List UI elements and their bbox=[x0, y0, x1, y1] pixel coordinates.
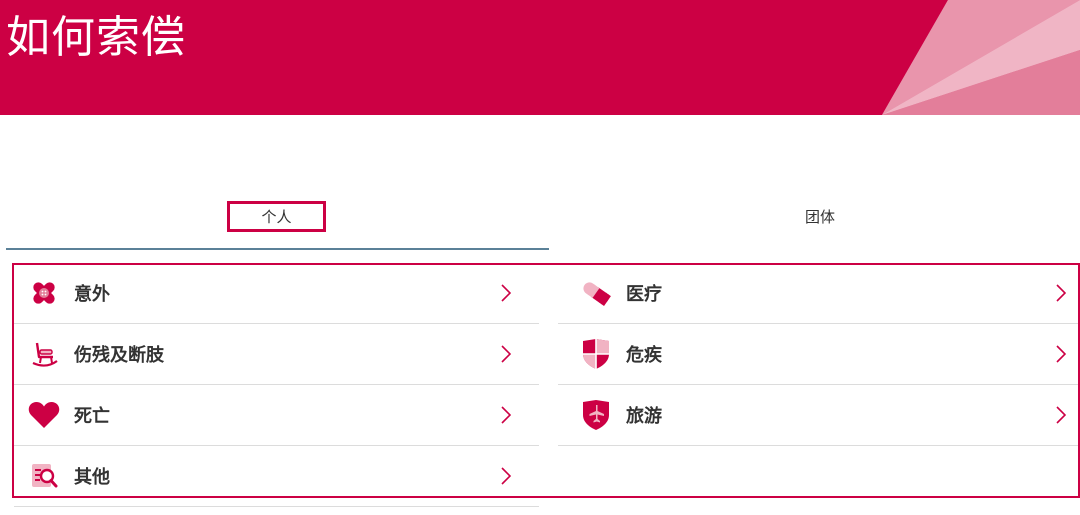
claims-list-right: 医疗 危疾 旅游 bbox=[558, 263, 1078, 446]
heart-icon bbox=[28, 399, 60, 431]
shield-plane-icon bbox=[580, 399, 612, 431]
claim-item-label: 医疗 bbox=[626, 284, 662, 305]
claim-item-other[interactable]: 其他 bbox=[14, 446, 539, 507]
chevron-right-icon bbox=[501, 345, 511, 363]
tab-personal[interactable]: 个人 bbox=[227, 201, 326, 232]
claim-item-travel[interactable]: 旅游 bbox=[558, 385, 1078, 446]
active-tab-indicator bbox=[6, 248, 549, 250]
claims-list-left: 意外 伤残及断肢 死亡 其他 bbox=[14, 263, 539, 507]
claim-item-disability[interactable]: 伤残及断肢 bbox=[14, 324, 539, 385]
page-title: 如何索偿 bbox=[6, 12, 186, 63]
page-banner: 如何索偿 bbox=[0, 0, 1080, 115]
pill-icon bbox=[580, 277, 612, 309]
chevron-right-icon bbox=[1056, 406, 1066, 424]
chevron-right-icon bbox=[1056, 345, 1066, 363]
chevron-right-icon bbox=[501, 284, 511, 302]
document-search-icon bbox=[28, 460, 60, 492]
claim-item-accident[interactable]: 意外 bbox=[14, 263, 539, 324]
bandage-icon bbox=[28, 277, 60, 309]
shield-quadrant-icon bbox=[580, 338, 612, 370]
claim-item-label: 伤残及断肢 bbox=[74, 345, 164, 366]
tab-bar: 个人 团体 bbox=[0, 195, 1080, 251]
chevron-right-icon bbox=[501, 467, 511, 485]
claim-item-label: 危疾 bbox=[626, 345, 662, 366]
claim-item-label: 旅游 bbox=[626, 406, 662, 427]
rocking-chair-icon bbox=[28, 338, 60, 370]
claim-item-death[interactable]: 死亡 bbox=[14, 385, 539, 446]
claim-item-medical[interactable]: 医疗 bbox=[558, 263, 1078, 324]
chevron-right-icon bbox=[501, 406, 511, 424]
claim-item-critical-illness[interactable]: 危疾 bbox=[558, 324, 1078, 385]
claim-item-label: 死亡 bbox=[74, 406, 110, 427]
claim-item-label: 其他 bbox=[74, 467, 110, 488]
tab-group[interactable]: 团体 bbox=[770, 201, 870, 232]
claim-item-label: 意外 bbox=[74, 284, 110, 305]
chevron-right-icon bbox=[1056, 284, 1066, 302]
